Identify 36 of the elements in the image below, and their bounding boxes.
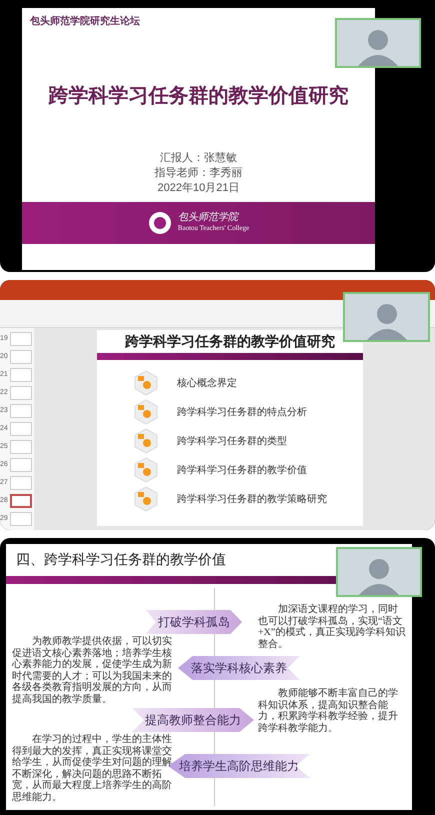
slide-thumbnail[interactable] [10, 386, 32, 400]
date-text: 2022年10月21日 [158, 181, 240, 196]
slide-thumbnail[interactable] [10, 458, 32, 472]
hexagon-icon [133, 370, 159, 396]
college-name-chinese: 包头师范学院 [178, 212, 240, 223]
branch-description: 教师能够不断丰富自己的学科知识体系，提高知识整合能力，积累跨学科教学经验，提升跨学科教学能力。 [258, 688, 399, 734]
agenda-item: 跨学科学习任务群的教学价值 [177, 464, 307, 478]
college-emblem-icon [148, 211, 172, 235]
advisor-text: 指导老师：李秀丽 [154, 166, 242, 181]
slide-thumbnail[interactable] [10, 512, 32, 526]
branch-description: 为教师教学提供依据，可以切实促进语文核心素养落地；培养学生核心素养能力的发展，促使学生成为新时代需要的人才；可以为我国未来的各级各类教育指明发展的方向，从而提高我国的教学质量。 [12, 636, 173, 705]
agenda-item: 跨学科学习任务群的类型 [177, 434, 287, 448]
branch-label: 提高教师整合能力 [132, 708, 254, 732]
reporter-text: 汇报人：张慧敏 [160, 151, 237, 166]
slide-thumbnail[interactable] [10, 404, 32, 418]
branch-label: 落实学科核心素养 [178, 656, 300, 680]
slide-thumbnail[interactable] [10, 494, 32, 508]
agenda-item: 跨学科学习任务群的特点分析 [177, 406, 307, 420]
slide-title: 跨学科学习任务群的教学价值研究 [124, 332, 336, 352]
slide-thumbnail[interactable] [10, 350, 32, 364]
slide-thumbnail[interactable] [10, 422, 32, 436]
slide-title: 四、跨学科学习任务群的教学价值 [15, 552, 227, 570]
slide-header: 包头师范学院研究生论坛 [28, 14, 141, 29]
branch-description: 加深语文课程的学习，同时也可以打破学科孤岛，实现“语文+X”的模式，真正实现跨学科知识整合。 [258, 604, 406, 650]
hexagon-icon [133, 428, 159, 454]
slide-thumbnail[interactable] [10, 332, 32, 346]
agenda-item: 跨学科学习任务群的教学策略研究 [177, 492, 327, 506]
slide-thumbnail[interactable] [10, 476, 32, 490]
slide-thumbnail[interactable] [10, 440, 32, 454]
slide-thumbnail[interactable] [10, 368, 32, 382]
hexagon-icon [133, 486, 159, 512]
hexagon-icon [133, 457, 159, 483]
hexagon-icon [133, 399, 159, 425]
agenda-item: 核心概念界定 [177, 376, 237, 390]
slide-title: 跨学科学习任务群的教学价值研究 [48, 84, 350, 109]
branch-label: 打破学科孤岛 [146, 610, 242, 634]
